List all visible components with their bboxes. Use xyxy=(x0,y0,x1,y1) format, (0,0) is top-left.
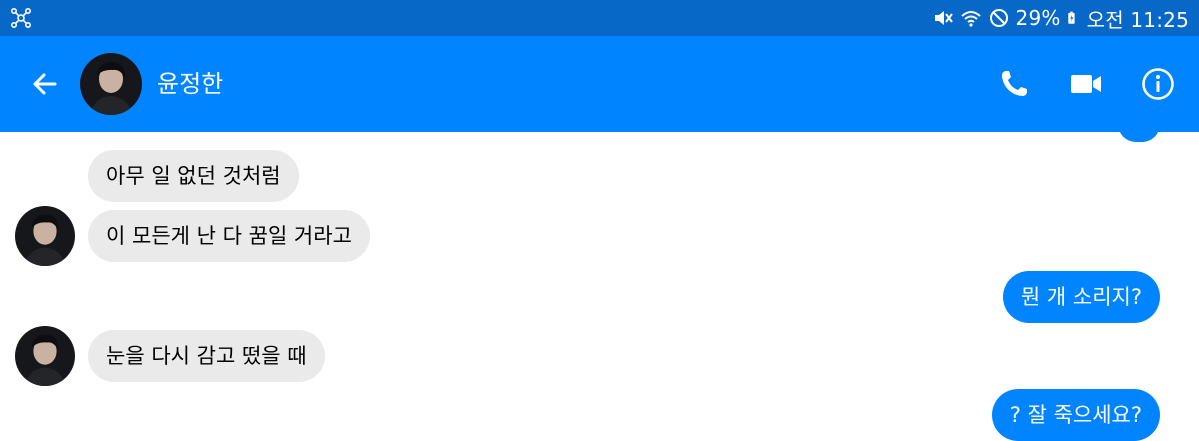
message-bubble[interactable]: 눈을 다시 감고 떴을 때 xyxy=(88,330,325,382)
avatar-photo xyxy=(80,53,142,115)
contact-name[interactable]: 윤정한 xyxy=(157,66,223,102)
sender-avatar[interactable] xyxy=(15,206,75,266)
message-bubble[interactable]: ? 잘 죽으세요? xyxy=(991,389,1160,441)
sender-avatar[interactable] xyxy=(15,326,75,386)
message-text: 뭔 개 소리지? xyxy=(1020,285,1142,309)
status-bar: 29% 오전 11:25 xyxy=(0,0,1199,36)
avatar-photo xyxy=(15,326,75,386)
message-bubble[interactable]: 뭔 개 소리지? xyxy=(1002,271,1160,323)
contact-avatar[interactable] xyxy=(80,53,142,115)
no-disturb-icon xyxy=(989,9,1008,27)
status-time: 오전 11:25 xyxy=(1086,7,1189,32)
battery-percent: 29% xyxy=(1015,6,1061,30)
voice-call-button[interactable] xyxy=(994,64,1034,104)
message-text: ? 잘 죽으세요? xyxy=(1009,403,1142,427)
video-camera-icon xyxy=(1071,75,1101,93)
video-call-button[interactable] xyxy=(1066,64,1106,104)
cast-icon xyxy=(10,7,32,29)
message-text: 이 모든게 난 다 꿈일 거라고 xyxy=(106,224,352,248)
back-arrow-icon xyxy=(33,73,57,95)
info-icon xyxy=(1142,68,1174,100)
mute-icon xyxy=(934,11,953,25)
message-text: 눈을 다시 감고 떴을 때 xyxy=(106,344,307,368)
back-button[interactable] xyxy=(24,64,64,104)
scroll-to-bottom-button[interactable] xyxy=(1118,124,1160,142)
info-button[interactable] xyxy=(1138,64,1178,104)
status-icons: 29% 오전 11:25 xyxy=(932,0,1189,36)
message-bubble[interactable]: 아무 일 없던 것처럼 xyxy=(88,150,299,202)
phone-icon xyxy=(1002,71,1027,96)
message-bubble[interactable]: 이 모든게 난 다 꿈일 거라고 xyxy=(88,210,370,262)
avatar-photo xyxy=(15,206,75,266)
conversation-header: 윤정한 xyxy=(0,36,1199,132)
battery-icon xyxy=(1067,11,1075,24)
message-text: 아무 일 없던 것처럼 xyxy=(106,164,281,188)
wifi-icon xyxy=(960,11,981,27)
